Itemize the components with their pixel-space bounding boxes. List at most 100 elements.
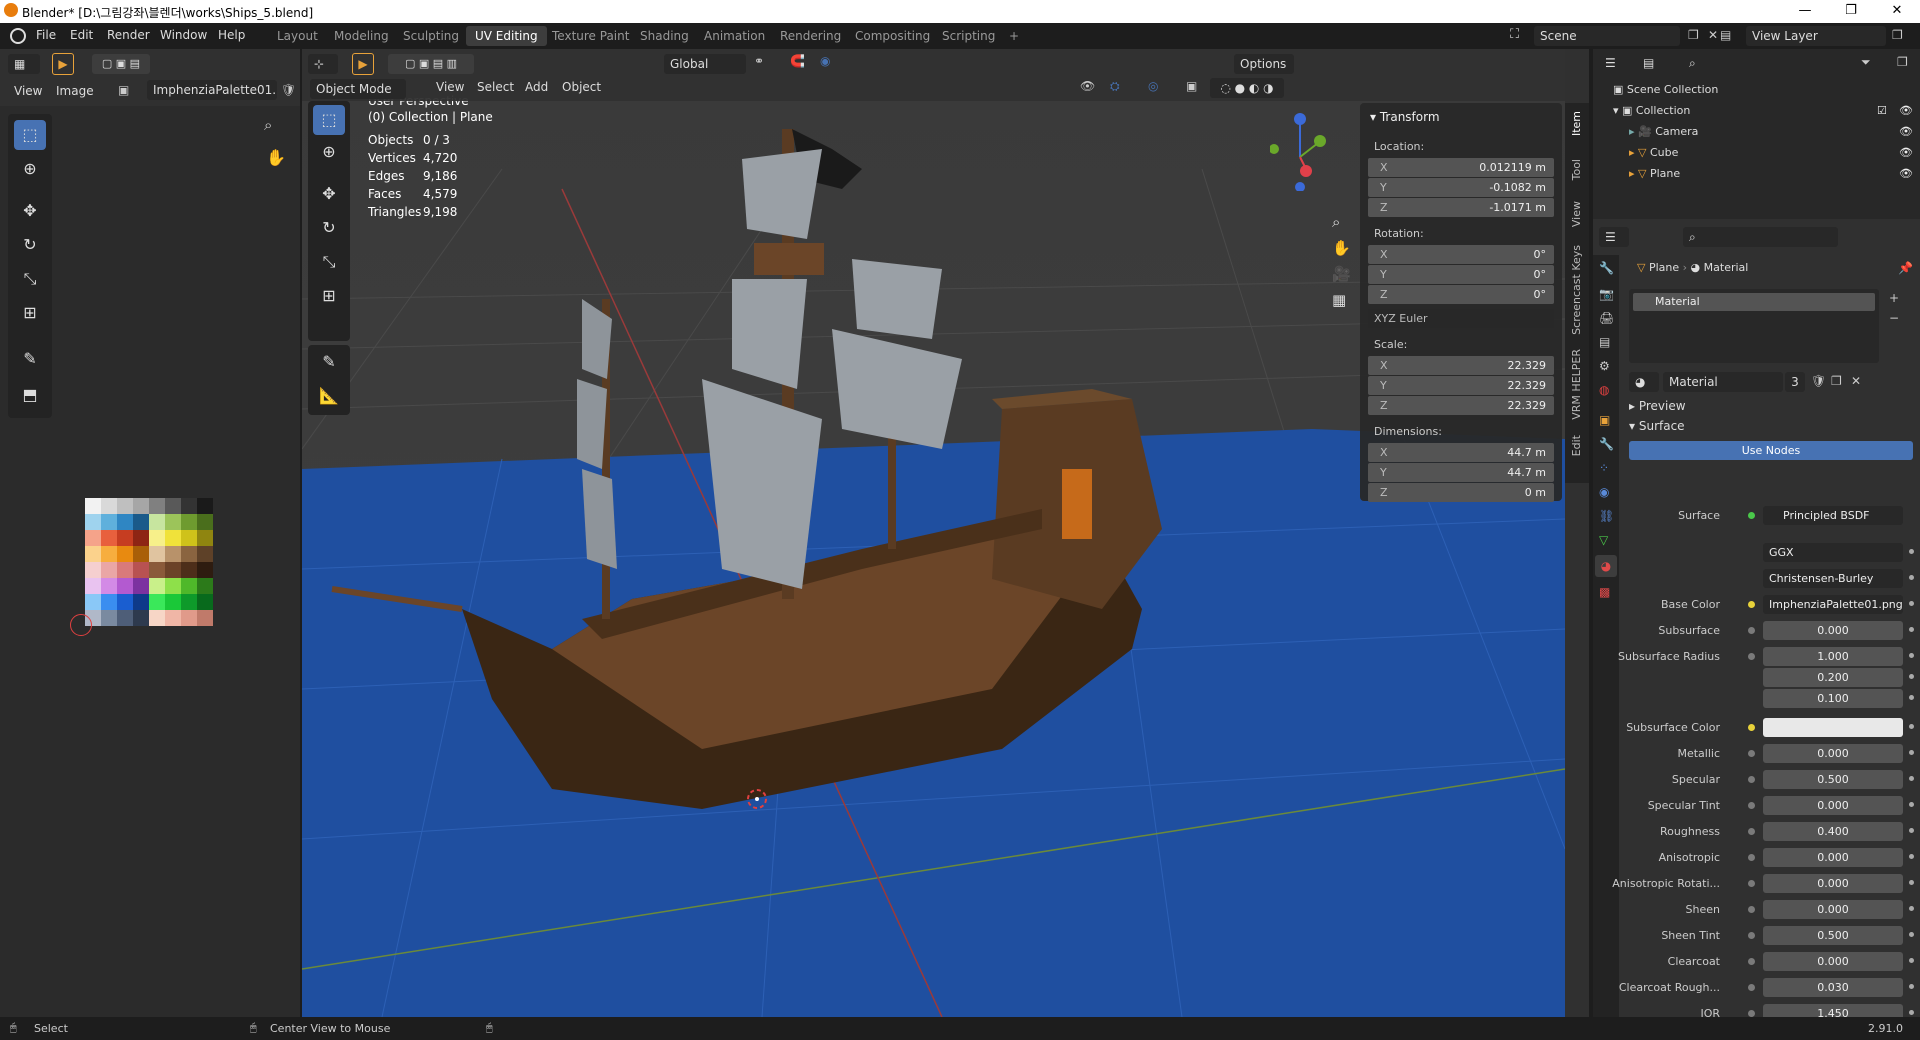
tab-shading[interactable]: Shading bbox=[631, 26, 698, 46]
tab-modeling[interactable]: Modeling bbox=[325, 26, 398, 46]
camera-view-icon[interactable]: 🎥 bbox=[1332, 265, 1351, 283]
physics-tab-icon[interactable]: ◉ bbox=[1599, 485, 1609, 499]
pin-icon[interactable]: 📌 bbox=[1898, 261, 1913, 275]
add-workspace-button[interactable]: + bbox=[1000, 26, 1028, 46]
tab-tool[interactable]: Tool bbox=[1570, 159, 1583, 180]
image-browse-icon[interactable]: ▣ bbox=[118, 83, 129, 97]
keyframe-dot[interactable] bbox=[1909, 695, 1914, 700]
keyframe-dot[interactable] bbox=[1909, 802, 1914, 807]
keyframe-dot[interactable] bbox=[1909, 932, 1914, 937]
tab-view[interactable]: View bbox=[1570, 201, 1583, 227]
keyframe-dot[interactable] bbox=[1909, 1010, 1914, 1015]
2d-cursor-icon[interactable] bbox=[70, 614, 92, 636]
remove-slot-icon[interactable]: − bbox=[1889, 311, 1899, 325]
filter-icon[interactable]: ⏷ bbox=[1861, 55, 1871, 70]
editor-type-icon[interactable]: ⊹ bbox=[308, 54, 338, 74]
scale-tool-icon[interactable]: ⤡ bbox=[313, 247, 345, 277]
constraints-tab-icon[interactable]: ⛓ bbox=[1599, 509, 1614, 523]
outliner-item-plane[interactable]: ▸ ▽ Plane bbox=[1629, 167, 1680, 180]
param-value-field[interactable]: 0.000 bbox=[1763, 874, 1903, 893]
keyframe-dot[interactable] bbox=[1909, 906, 1914, 911]
new-scene-icon[interactable]: ❐ bbox=[1688, 28, 1699, 42]
hide-eye-icon[interactable]: 👁 bbox=[1899, 125, 1913, 138]
xray-toggle-icon[interactable]: ▣ bbox=[1186, 79, 1197, 93]
tab-vrm-helper[interactable]: VRM HELPER bbox=[1570, 349, 1583, 420]
select-tool-icon[interactable]: ⬚ bbox=[313, 105, 345, 135]
keyframe-dot[interactable] bbox=[1909, 828, 1914, 833]
param-value-field[interactable]: 0.000 bbox=[1763, 796, 1903, 815]
world-tab-icon[interactable]: ◍ bbox=[1599, 383, 1609, 397]
keyframe-dot[interactable] bbox=[1909, 984, 1914, 989]
keyframe-dot[interactable] bbox=[1909, 958, 1914, 963]
menu-select[interactable]: Select bbox=[477, 80, 514, 94]
navigation-gizmo[interactable] bbox=[1270, 107, 1330, 191]
rotate-tool-icon[interactable]: ↻ bbox=[14, 230, 46, 260]
material-tab-icon[interactable]: ◕ bbox=[1595, 555, 1617, 577]
uv-editor-canvas[interactable]: ⬚ ⊕ ✥ ↻ ⤡ ⊞ ✎ ⬒ ⌕ ✋ bbox=[0, 106, 300, 1017]
zoom-icon[interactable]: ⌕ bbox=[264, 116, 286, 138]
rotation-y-field[interactable]: Y 0° bbox=[1368, 265, 1554, 284]
view-layer-selector[interactable]: View Layer bbox=[1746, 26, 1886, 46]
keyframe-dot[interactable] bbox=[1909, 627, 1914, 632]
pan-hand-icon[interactable]: ✋ bbox=[266, 148, 286, 167]
image-name-field[interactable]: ImphenziaPalette01... bbox=[147, 80, 277, 100]
outliner-editor-type-icon[interactable]: ☰ bbox=[1599, 53, 1629, 73]
subsurface-method-dropdown[interactable]: Christensen-Burley bbox=[1763, 569, 1903, 588]
menu-window[interactable]: Window bbox=[160, 28, 207, 42]
shading-mode-icons[interactable]: ◌ ● ◐ ◑ bbox=[1210, 78, 1284, 98]
preview-panel-header[interactable]: ▸ Preview bbox=[1629, 399, 1686, 413]
keyframe-dot[interactable] bbox=[1909, 549, 1914, 554]
transform-tool-icon[interactable]: ⊞ bbox=[313, 281, 345, 311]
gizmo-toggle-icon[interactable]: ⛭ bbox=[1110, 79, 1120, 94]
object-mode-selector[interactable]: Object Mode bbox=[310, 79, 406, 99]
maximize-button[interactable]: ❐ bbox=[1828, 0, 1874, 23]
visibility-icon[interactable]: 👁 bbox=[1080, 79, 1095, 93]
rotation-z-field[interactable]: Z 0° bbox=[1368, 285, 1554, 304]
options-dropdown[interactable]: Options bbox=[1234, 54, 1294, 74]
keyframe-dot[interactable] bbox=[1909, 653, 1914, 658]
dimensions-z-field[interactable]: Z 0 m bbox=[1368, 483, 1554, 502]
menu-add[interactable]: Add bbox=[525, 80, 548, 94]
sync-selection-icon[interactable]: ▶ bbox=[52, 53, 74, 75]
param-value-field[interactable]: 0.500 bbox=[1763, 926, 1903, 945]
param-value-field[interactable]: 0.400 bbox=[1763, 822, 1903, 841]
location-x-field[interactable]: X 0.012119 m bbox=[1368, 158, 1554, 177]
duplicate-material-icon[interactable]: ❐ bbox=[1831, 374, 1842, 388]
param-value-field[interactable]: 0.100 bbox=[1763, 689, 1903, 708]
keyframe-dot[interactable] bbox=[1909, 776, 1914, 781]
dimensions-x-field[interactable]: X 44.7 m bbox=[1368, 443, 1554, 462]
param-value-field[interactable] bbox=[1763, 718, 1903, 737]
scene-collection-row[interactable]: ▣ Scene Collection bbox=[1613, 83, 1718, 96]
scale-x-field[interactable]: X 22.329 bbox=[1368, 356, 1554, 375]
param-value-field[interactable]: 1.000 bbox=[1763, 647, 1903, 666]
menu-file[interactable]: File bbox=[36, 28, 56, 42]
scale-z-field[interactable]: Z 22.329 bbox=[1368, 396, 1554, 415]
data-tab-icon[interactable]: ▽ bbox=[1599, 533, 1608, 547]
tab-item[interactable]: Item bbox=[1570, 111, 1583, 136]
zoom-view-icon[interactable]: ⌕ bbox=[1332, 213, 1340, 231]
output-tab-icon[interactable]: 🖨 bbox=[1599, 311, 1614, 325]
user-count[interactable]: 3 bbox=[1785, 372, 1805, 392]
use-nodes-button[interactable]: Use Nodes bbox=[1629, 441, 1913, 460]
snap-icon[interactable]: 🧲 bbox=[790, 54, 805, 68]
render-tab-icon[interactable]: 📷 bbox=[1599, 287, 1614, 301]
scene-selector[interactable]: Scene bbox=[1534, 26, 1680, 46]
location-y-field[interactable]: Y -0.1082 m bbox=[1368, 178, 1554, 197]
modifier-tab-icon[interactable]: 🔧 bbox=[1599, 437, 1614, 451]
grab-uv-tool-icon[interactable]: ⬒ bbox=[14, 380, 46, 410]
close-button[interactable]: ✕ bbox=[1874, 0, 1920, 23]
transform-header[interactable]: ▾ Transform bbox=[1370, 110, 1440, 124]
tab-uv-editing[interactable]: UV Editing bbox=[466, 26, 547, 46]
tool-tab-icon[interactable]: 🔧 bbox=[1599, 261, 1614, 275]
move-tool-icon[interactable]: ✥ bbox=[14, 196, 46, 226]
browse-material-icon[interactable]: ◕ bbox=[1629, 372, 1659, 392]
param-value-field[interactable]: 0.200 bbox=[1763, 668, 1903, 687]
param-value-field[interactable]: 0.000 bbox=[1763, 621, 1903, 640]
exclude-checkbox[interactable]: ☑ bbox=[1877, 104, 1887, 117]
proportional-edit-icon[interactable]: ◉ bbox=[820, 54, 830, 68]
view-layer-tab-icon[interactable]: ▤ bbox=[1599, 335, 1610, 349]
keyframe-dot[interactable] bbox=[1909, 575, 1914, 580]
new-view-layer-icon[interactable]: ❐ bbox=[1892, 28, 1903, 42]
move-tool-icon[interactable]: ✥ bbox=[313, 179, 345, 209]
tab-layout[interactable]: Layout bbox=[268, 26, 327, 46]
